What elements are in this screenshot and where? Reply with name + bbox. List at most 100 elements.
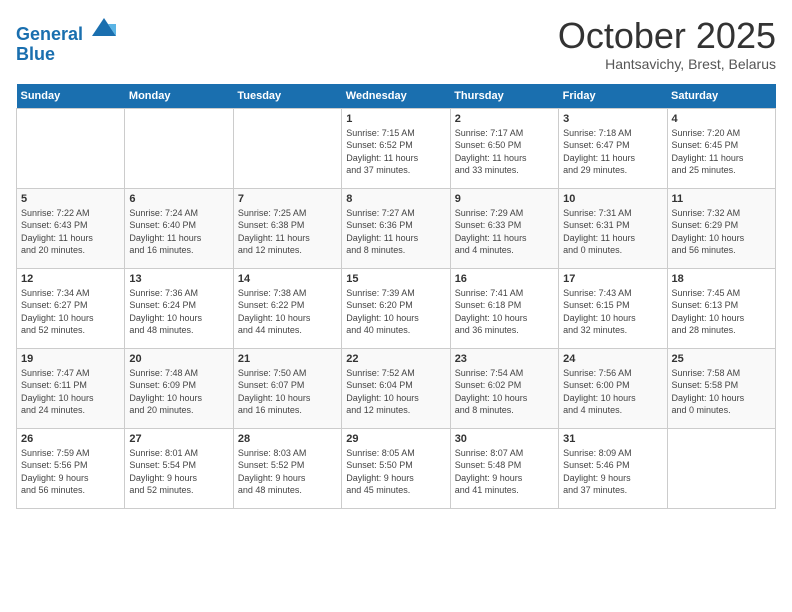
day-detail: Sunrise: 7:41 AM Sunset: 6:18 PM Dayligh… (455, 287, 554, 337)
day-detail: Sunrise: 7:18 AM Sunset: 6:47 PM Dayligh… (563, 127, 662, 177)
calendar-table: SundayMondayTuesdayWednesdayThursdayFrid… (16, 84, 776, 509)
day-number: 9 (455, 193, 554, 205)
logo-general: General (16, 24, 83, 44)
day-detail: Sunrise: 7:54 AM Sunset: 6:02 PM Dayligh… (455, 367, 554, 417)
weekday-header: Wednesday (342, 84, 450, 109)
calendar-day-cell: 26Sunrise: 7:59 AM Sunset: 5:56 PM Dayli… (17, 428, 125, 508)
day-detail: Sunrise: 8:03 AM Sunset: 5:52 PM Dayligh… (238, 447, 337, 497)
location-subtitle: Hantsavichy, Brest, Belarus (558, 56, 776, 72)
calendar-day-cell: 14Sunrise: 7:38 AM Sunset: 6:22 PM Dayli… (233, 268, 341, 348)
calendar-day-cell: 31Sunrise: 8:09 AM Sunset: 5:46 PM Dayli… (559, 428, 667, 508)
weekday-header: Saturday (667, 84, 775, 109)
day-detail: Sunrise: 7:17 AM Sunset: 6:50 PM Dayligh… (455, 127, 554, 177)
calendar-day-cell: 22 Sunrise: 7:52 AM Sunset: 6:04 PM Dayli… (342, 348, 450, 428)
day-detail: Sunrise: 7:34 AM Sunset: 6:27 PM Dayligh… (21, 287, 120, 337)
day-detail: Sunrise: 7:43 AM Sunset: 6:15 PM Dayligh… (563, 287, 662, 337)
logo-blue: Blue (16, 44, 55, 64)
page-header: General Blue October 2025 Hantsavichy, B… (16, 16, 776, 72)
calendar-day-cell: 6 Sunrise: 7:24 AM Sunset: 6:40 PM Daylig… (125, 188, 233, 268)
day-number: 19 (21, 353, 120, 365)
day-number: 8 (346, 193, 445, 205)
day-number: 30 (455, 433, 554, 445)
month-title: October 2025 (558, 16, 776, 56)
day-detail: Sunrise: 7:36 AM Sunset: 6:24 PM Dayligh… (129, 287, 228, 337)
day-detail: Sunrise: 8:07 AM Sunset: 5:48 PM Dayligh… (455, 447, 554, 497)
day-detail: Sunrise: 7:15 AM Sunset: 6:52 PM Dayligh… (346, 127, 445, 177)
day-number: 12 (21, 273, 120, 285)
calendar-week-row: 5Sunrise: 7:22 AM Sunset: 6:43 PM Daylig… (17, 188, 776, 268)
calendar-day-cell: 16Sunrise: 7:41 AM Sunset: 6:18 PM Dayli… (450, 268, 558, 348)
day-number: 25 (672, 353, 771, 365)
day-number: 29 (346, 433, 445, 445)
calendar-day-cell: 2 Sunrise: 7:17 AM Sunset: 6:50 PM Daylig… (450, 108, 558, 188)
title-area: October 2025 Hantsavichy, Brest, Belarus (558, 16, 776, 72)
day-number: 1 (346, 113, 445, 125)
calendar-day-cell: 8Sunrise: 7:27 AM Sunset: 6:36 PM Daylig… (342, 188, 450, 268)
calendar-day-cell (667, 428, 775, 508)
weekday-header-row: SundayMondayTuesdayWednesdayThursdayFrid… (17, 84, 776, 109)
calendar-day-cell: 11 Sunrise: 7:32 AM Sunset: 6:29 PM Dayli… (667, 188, 775, 268)
calendar-day-cell: 21 Sunrise: 7:50 AM Sunset: 6:07 PM Dayli… (233, 348, 341, 428)
calendar-day-cell: 23 Sunrise: 7:54 AM Sunset: 6:02 PM Dayli… (450, 348, 558, 428)
calendar-week-row: 12 Sunrise: 7:34 AM Sunset: 6:27 PM Dayli… (17, 268, 776, 348)
weekday-header: Tuesday (233, 84, 341, 109)
day-number: 15 (346, 273, 445, 285)
day-number: 14 (238, 273, 337, 285)
weekday-header: Sunday (17, 84, 125, 109)
day-detail: Sunrise: 7:59 AM Sunset: 5:56 PM Dayligh… (21, 447, 120, 497)
calendar-week-row: 26Sunrise: 7:59 AM Sunset: 5:56 PM Dayli… (17, 428, 776, 508)
calendar-day-cell: 20 Sunrise: 7:48 AM Sunset: 6:09 PM Dayli… (125, 348, 233, 428)
day-number: 28 (238, 433, 337, 445)
day-number: 18 (672, 273, 771, 285)
day-detail: Sunrise: 7:24 AM Sunset: 6:40 PM Dayligh… (129, 207, 228, 257)
calendar-day-cell: 12 Sunrise: 7:34 AM Sunset: 6:27 PM Dayli… (17, 268, 125, 348)
day-number: 3 (563, 113, 662, 125)
day-number: 21 (238, 353, 337, 365)
calendar-day-cell: 5Sunrise: 7:22 AM Sunset: 6:43 PM Daylig… (17, 188, 125, 268)
day-number: 5 (21, 193, 120, 205)
calendar-day-cell: 30 Sunrise: 8:07 AM Sunset: 5:48 PM Dayli… (450, 428, 558, 508)
calendar-day-cell (17, 108, 125, 188)
day-number: 22 (346, 353, 445, 365)
calendar-day-cell: 28 Sunrise: 8:03 AM Sunset: 5:52 PM Dayli… (233, 428, 341, 508)
day-detail: Sunrise: 8:09 AM Sunset: 5:46 PM Dayligh… (563, 447, 662, 497)
day-number: 11 (672, 193, 771, 205)
calendar-day-cell: 4Sunrise: 7:20 AM Sunset: 6:45 PM Daylig… (667, 108, 775, 188)
day-number: 7 (238, 193, 337, 205)
day-detail: Sunrise: 7:47 AM Sunset: 6:11 PM Dayligh… (21, 367, 120, 417)
day-detail: Sunrise: 7:32 AM Sunset: 6:29 PM Dayligh… (672, 207, 771, 257)
day-detail: Sunrise: 8:01 AM Sunset: 5:54 PM Dayligh… (129, 447, 228, 497)
day-number: 6 (129, 193, 228, 205)
calendar-day-cell: 17 Sunrise: 7:43 AM Sunset: 6:15 PM Dayli… (559, 268, 667, 348)
calendar-day-cell: 15 Sunrise: 7:39 AM Sunset: 6:20 PM Dayli… (342, 268, 450, 348)
weekday-header: Monday (125, 84, 233, 109)
day-detail: Sunrise: 7:52 AM Sunset: 6:04 PM Dayligh… (346, 367, 445, 417)
logo: General Blue (16, 16, 118, 65)
calendar-day-cell: 27Sunrise: 8:01 AM Sunset: 5:54 PM Dayli… (125, 428, 233, 508)
day-detail: Sunrise: 7:48 AM Sunset: 6:09 PM Dayligh… (129, 367, 228, 417)
weekday-header: Friday (559, 84, 667, 109)
calendar-day-cell: 9 Sunrise: 7:29 AM Sunset: 6:33 PM Daylig… (450, 188, 558, 268)
day-number: 13 (129, 273, 228, 285)
day-number: 23 (455, 353, 554, 365)
day-detail: Sunrise: 7:29 AM Sunset: 6:33 PM Dayligh… (455, 207, 554, 257)
day-detail: Sunrise: 7:50 AM Sunset: 6:07 PM Dayligh… (238, 367, 337, 417)
calendar-day-cell: 1 Sunrise: 7:15 AM Sunset: 6:52 PM Daylig… (342, 108, 450, 188)
day-detail: Sunrise: 7:20 AM Sunset: 6:45 PM Dayligh… (672, 127, 771, 177)
calendar-day-cell: 19 Sunrise: 7:47 AM Sunset: 6:11 PM Dayli… (17, 348, 125, 428)
day-detail: Sunrise: 8:05 AM Sunset: 5:50 PM Dayligh… (346, 447, 445, 497)
calendar-day-cell: 18Sunrise: 7:45 AM Sunset: 6:13 PM Dayli… (667, 268, 775, 348)
calendar-day-cell: 7 Sunrise: 7:25 AM Sunset: 6:38 PM Daylig… (233, 188, 341, 268)
day-detail: Sunrise: 7:58 AM Sunset: 5:58 PM Dayligh… (672, 367, 771, 417)
day-number: 17 (563, 273, 662, 285)
day-detail: Sunrise: 7:39 AM Sunset: 6:20 PM Dayligh… (346, 287, 445, 337)
day-number: 20 (129, 353, 228, 365)
day-number: 24 (563, 353, 662, 365)
day-detail: Sunrise: 7:25 AM Sunset: 6:38 PM Dayligh… (238, 207, 337, 257)
day-number: 2 (455, 113, 554, 125)
calendar-day-cell: 3 Sunrise: 7:18 AM Sunset: 6:47 PM Daylig… (559, 108, 667, 188)
calendar-day-cell: 24Sunrise: 7:56 AM Sunset: 6:00 PM Dayli… (559, 348, 667, 428)
calendar-day-cell (125, 108, 233, 188)
weekday-header: Thursday (450, 84, 558, 109)
day-detail: Sunrise: 7:31 AM Sunset: 6:31 PM Dayligh… (563, 207, 662, 257)
